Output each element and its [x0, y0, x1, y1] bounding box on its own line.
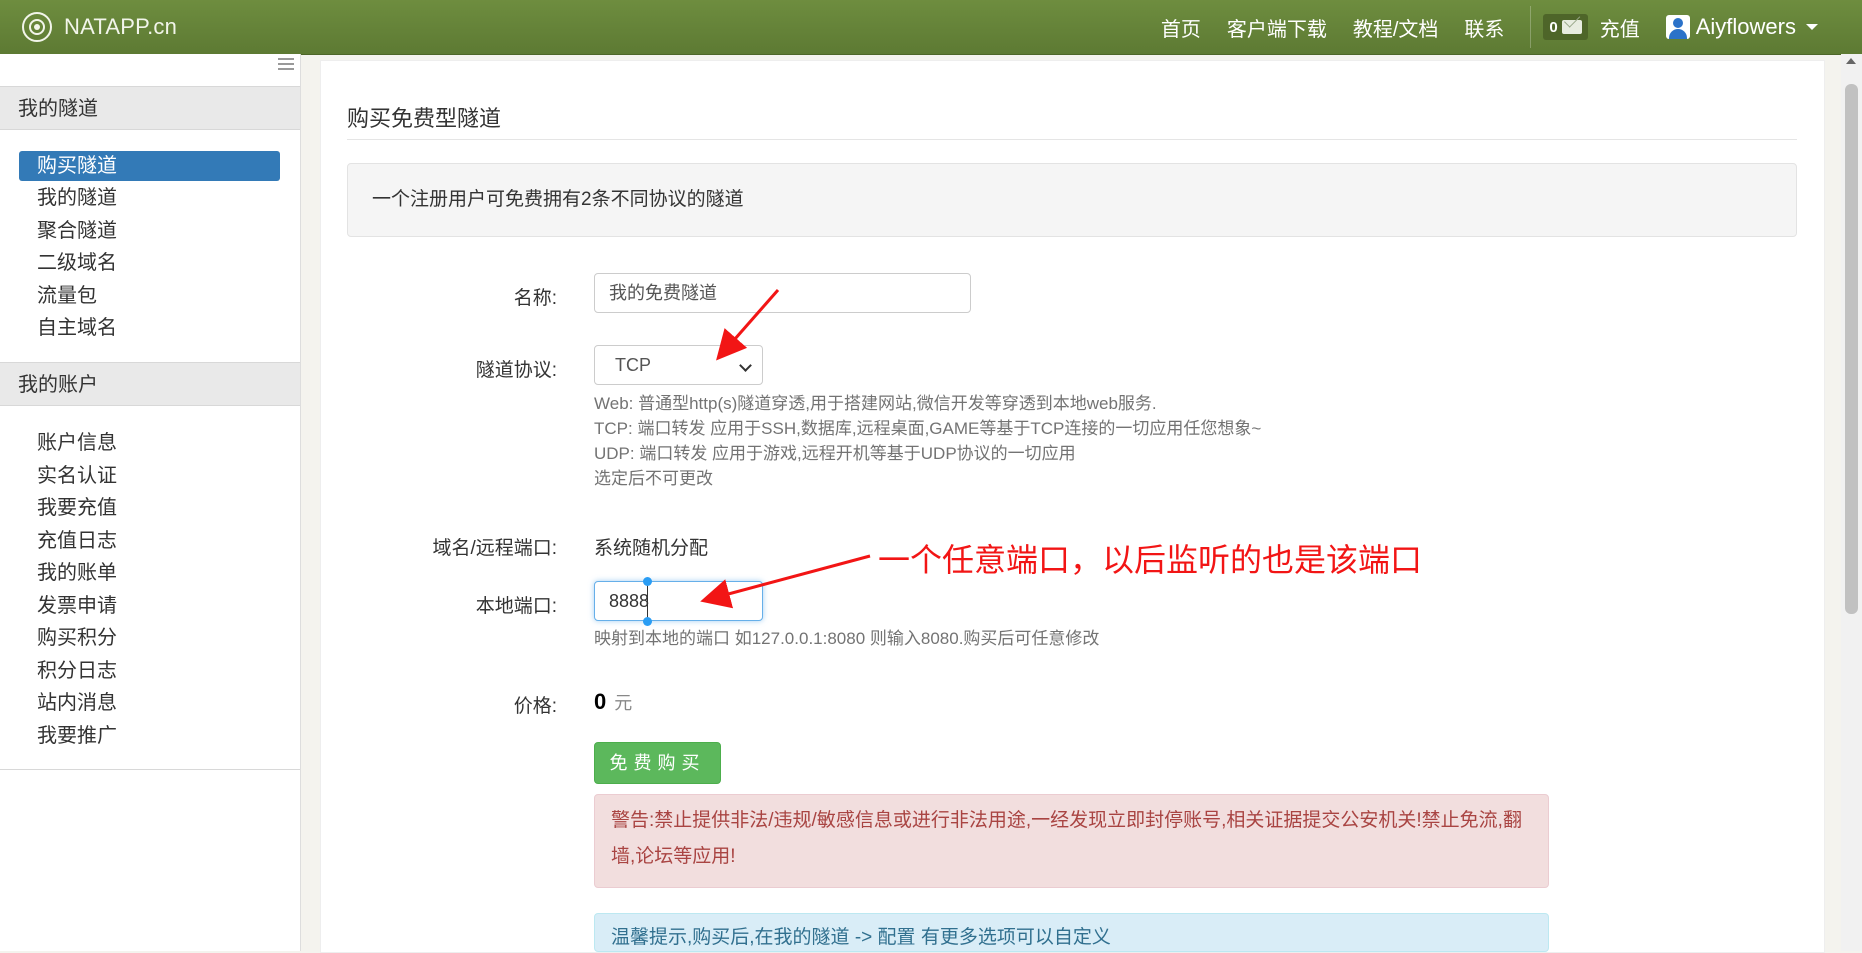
- nav-contact[interactable]: 联系: [1464, 13, 1504, 42]
- local-port-help: 映射到本地的端口 如127.0.0.1:8080 则输入8080.购买后可任意修…: [594, 629, 1100, 648]
- sidebar-item-site-messages[interactable]: 站内消息: [19, 688, 280, 718]
- sidebar-item-promotion[interactable]: 我要推广: [19, 721, 280, 751]
- sidebar-divider: [0, 769, 300, 770]
- messages-button[interactable]: 0: [1543, 14, 1588, 40]
- protocol-help-web: Web: 普通型http(s)隧道穿透,用于搭建网站,微信开发等穿透到本地web…: [594, 394, 1157, 413]
- nav-tutorial-docs[interactable]: 教程/文档: [1353, 13, 1439, 42]
- nav-recharge[interactable]: 充值: [1600, 13, 1640, 42]
- nav-home[interactable]: 首页: [1161, 13, 1201, 42]
- sidebar-item-subdomain[interactable]: 二级域名: [19, 248, 280, 278]
- nav-client-download[interactable]: 客户端下载: [1227, 13, 1327, 42]
- top-navbar: NATAPP.cn 首页 客户端下载 教程/文档 联系 0 充值 Aiyflow…: [0, 0, 1862, 55]
- selection-handle-bottom-icon[interactable]: [643, 617, 652, 626]
- local-port-label: 本地端口:: [475, 596, 557, 617]
- free-buy-button[interactable]: 免费购买: [594, 742, 721, 784]
- sidebar-item-aggregate-tunnels[interactable]: 聚合隧道: [19, 216, 280, 246]
- sidebar-item-real-name-auth[interactable]: 实名认证: [19, 461, 280, 491]
- main-panel: 购买免费型隧道 一个注册用户可免费拥有2条不同协议的隧道 名称: 我的免费隧道 …: [320, 60, 1825, 953]
- user-avatar-icon: [1665, 15, 1690, 39]
- scroll-up-arrow-icon[interactable]: [1846, 58, 1856, 64]
- sidebar-item-my-tunnels[interactable]: 我的隧道: [19, 183, 280, 213]
- sidebar-item-account-info[interactable]: 账户信息: [19, 428, 280, 458]
- local-port-input[interactable]: 8888: [594, 581, 763, 621]
- sidebar-item-recharge[interactable]: 我要充值: [19, 493, 280, 523]
- brand[interactable]: NATAPP.cn: [22, 10, 177, 44]
- protocol-help: Web: 普通型http(s)隧道穿透,用于搭建网站,微信开发等穿透到本地web…: [594, 391, 1261, 491]
- protocol-select[interactable]: TCP: [594, 345, 763, 385]
- sidebar-section-account: 我的账户: [0, 362, 300, 406]
- envelope-icon: [1561, 20, 1582, 34]
- annotation-text: 一个任意端口，以后监听的也是该端口: [878, 542, 1423, 578]
- sidebar-item-buy-tunnel[interactable]: 购买隧道: [19, 151, 280, 181]
- tunnel-name-input[interactable]: 我的免费隧道: [594, 273, 971, 313]
- chevron-down-icon: [739, 359, 752, 372]
- sidebar-item-buy-points[interactable]: 购买积分: [19, 623, 280, 653]
- caret-down-icon: [1806, 24, 1818, 30]
- sidebar: 我的隧道 购买隧道 我的隧道 聚合隧道 二级域名 流量包 自主域名 我的账户 账…: [0, 54, 301, 951]
- top-nav: 首页 客户端下载 教程/文档 联系 0 充值 Aiyflowers: [1161, 0, 1862, 54]
- message-count-badge: 0: [1549, 18, 1558, 36]
- warning-alert: 警告:禁止提供非法/违规/敏感信息或进行非法用途,一经发现立即封停账号,相关证据…: [594, 794, 1549, 888]
- price-value: 0元: [594, 689, 632, 715]
- name-label: 名称:: [513, 288, 557, 309]
- sidebar-item-traffic-pack[interactable]: 流量包: [19, 281, 280, 311]
- menu-toggle-icon[interactable]: [278, 58, 294, 70]
- price-label: 价格:: [513, 696, 557, 717]
- sidebar-item-my-bills[interactable]: 我的账单: [19, 558, 280, 588]
- domain-port-value: 系统随机分配: [594, 538, 709, 559]
- sidebar-item-custom-domain[interactable]: 自主域名: [19, 313, 280, 343]
- tip-alert: 温馨提示,购买后,在我的隧道 -> 配置 有更多选项可以自定义: [594, 913, 1549, 952]
- sidebar-item-invoice[interactable]: 发票申请: [19, 591, 280, 621]
- user-menu[interactable]: Aiyflowers: [1665, 14, 1818, 40]
- title-divider: [347, 139, 1797, 140]
- protocol-select-value: TCP: [615, 355, 651, 375]
- page-title: 购买免费型隧道: [347, 106, 502, 131]
- sidebar-item-points-log[interactable]: 积分日志: [19, 656, 280, 686]
- free-tunnel-notice: 一个注册用户可免费拥有2条不同协议的隧道: [347, 163, 1797, 237]
- scrollbar-thumb[interactable]: [1845, 84, 1858, 614]
- protocol-help-tcp: TCP: 端口转发 应用于SSH,数据库,远程桌面,GAME等基于TCP连接的一…: [594, 419, 1262, 438]
- user-name: Aiyflowers: [1695, 14, 1796, 39]
- sidebar-section-tunnels: 我的隧道: [0, 86, 300, 130]
- domain-port-label: 域名/远程端口:: [432, 538, 557, 559]
- nav-divider: [1530, 6, 1532, 48]
- sidebar-item-recharge-log[interactable]: 充值日志: [19, 526, 280, 556]
- protocol-label: 隧道协议:: [475, 360, 557, 381]
- price-unit: 元: [614, 693, 633, 713]
- protocol-help-udp: UDP: 端口转发 应用于游戏,远程开机等基于UDP协议的一切应用: [594, 444, 1076, 463]
- price-amount: 0: [594, 689, 607, 714]
- protocol-help-locked: 选定后不可更改: [594, 469, 713, 488]
- natapp-logo-icon: [22, 12, 52, 42]
- selection-handle-top-icon[interactable]: [643, 577, 652, 586]
- brand-name: NATAPP.cn: [64, 14, 178, 39]
